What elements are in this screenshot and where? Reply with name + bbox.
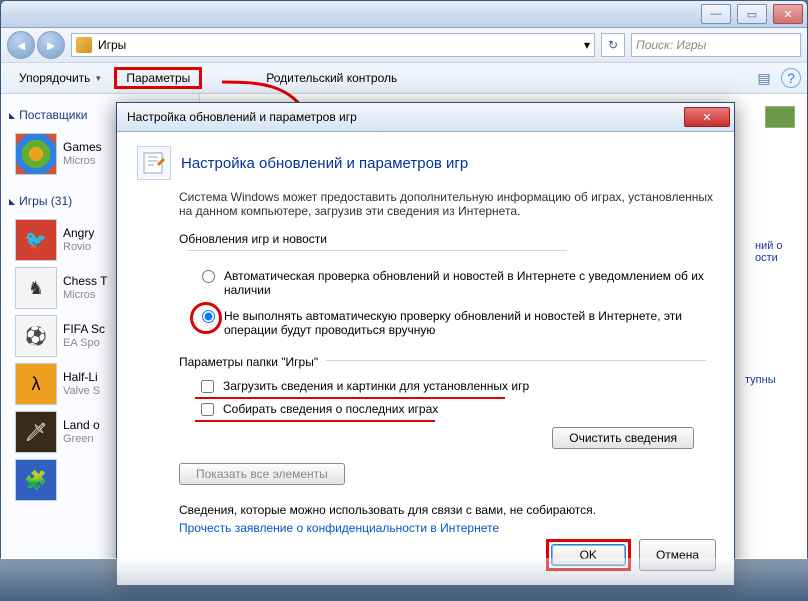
checkbox-collect-recent-input[interactable] (201, 403, 214, 416)
toolbar-organize[interactable]: Упорядочить ▼ (7, 67, 114, 89)
show-all-button: Показать все элементы (179, 463, 345, 485)
address-bar[interactable]: Игры ▾ (71, 33, 595, 57)
checkbox-download-info-input[interactable] (201, 380, 214, 393)
toolbar: Упорядочить ▼ Параметры ис ▼ Родительски… (1, 63, 807, 94)
rating-card-icon (765, 106, 795, 128)
dialog-close-button[interactable]: ✕ (684, 107, 730, 127)
fifa-icon: ⚽ (15, 315, 57, 357)
list-item-sub: Valve S (63, 385, 100, 398)
toolbar-parental[interactable]: Родительский контроль (254, 67, 409, 89)
dialog-description: Система Windows может предоставить допол… (179, 190, 714, 218)
list-item-sub: Green (63, 433, 100, 446)
windows-logo-icon (15, 133, 57, 175)
address-text: Игры (98, 38, 126, 52)
list-item-title: Half-Li (63, 370, 100, 384)
nav-back-button[interactable]: ◄ (7, 31, 35, 59)
toolbar-organize-label: Упорядочить (19, 71, 90, 85)
list-item-title: FIFA Sc (63, 322, 105, 336)
chess-icon: ♞ (15, 267, 57, 309)
chevron-down-icon: ▼ (94, 74, 102, 83)
toolbar-params-label: Параметры (126, 71, 190, 85)
content-text-fragment: ний о ости (755, 240, 795, 264)
refresh-button[interactable]: ↻ (601, 33, 625, 57)
help-icon[interactable]: ? (781, 68, 801, 88)
checkbox-collect-recent[interactable]: Собирать сведения о последних играх (197, 402, 714, 419)
angry-birds-icon: 🐦 (15, 219, 57, 261)
toolbar-parental-label: Родительский контроль (266, 71, 397, 85)
dialog-titlebar: Настройка обновлений и параметров игр ✕ (117, 103, 734, 132)
privacy-info-text: Сведения, которые можно использовать для… (179, 503, 714, 517)
minimize-button[interactable]: — (701, 4, 731, 24)
game-icon: 🗡 (15, 411, 57, 453)
navbar: ◄ ► Игры ▾ ↻ Поиск: Игры (1, 28, 807, 63)
checkbox-download-info[interactable]: Загрузить сведения и картинки для устано… (197, 379, 714, 396)
game-settings-dialog: Настройка обновлений и параметров игр ✕ … (116, 102, 735, 586)
list-item-title: Land o (63, 418, 100, 432)
list-item-sub: EA Spo (63, 337, 105, 350)
close-button[interactable]: ✕ (773, 4, 803, 24)
annotation-underline (195, 397, 505, 399)
halflife-icon: λ (15, 363, 57, 405)
privacy-link[interactable]: Прочесть заявление о конфиденциальности … (179, 521, 714, 535)
radio-manual-check-input[interactable] (202, 310, 215, 323)
maximize-button[interactable]: ▭ (737, 4, 767, 24)
search-input[interactable]: Поиск: Игры (631, 33, 801, 57)
toolbar-params[interactable]: Параметры (114, 67, 202, 89)
puzzle-icon: 🧩 (15, 459, 57, 501)
list-item-sub: Micros (63, 155, 102, 168)
checkbox-collect-recent-label: Собирать сведения о последних играх (223, 402, 438, 416)
view-icon[interactable]: ▤ (753, 67, 775, 89)
titlebar: — ▭ ✕ (1, 1, 807, 28)
radio-auto-check-label: Автоматическая проверка обновлений и нов… (224, 269, 714, 297)
checkbox-download-info-label: Загрузить сведения и картинки для устано… (223, 379, 529, 393)
radio-auto-check[interactable]: Автоматическая проверка обновлений и нов… (197, 269, 714, 297)
annotation-underline (195, 420, 435, 422)
settings-page-icon (137, 146, 171, 180)
group-folder-label: Параметры папки "Игры" (179, 355, 714, 370)
group-updates-label: Обновления игр и новости (179, 232, 714, 261)
list-item-title: Chess T (63, 274, 107, 288)
radio-auto-check-input[interactable] (202, 270, 215, 283)
dialog-heading: Настройка обновлений и параметров игр (181, 155, 468, 172)
nav-forward-button[interactable]: ► (37, 31, 65, 59)
chevron-down-icon[interactable]: ▾ (584, 38, 590, 52)
dialog-title: Настройка обновлений и параметров игр (127, 110, 684, 124)
content-text-fragment: тупны (745, 374, 795, 386)
folder-icon (76, 37, 92, 53)
list-item-title: Games (63, 140, 102, 154)
list-item-sub: Micros (63, 289, 107, 302)
list-item-sub: Rovio (63, 241, 94, 254)
search-placeholder: Поиск: Игры (636, 38, 706, 52)
list-item-title: Angry (63, 226, 94, 240)
clear-info-button[interactable]: Очистить сведения (552, 427, 694, 449)
radio-manual-check[interactable]: Не выполнять автоматическую проверку обн… (197, 309, 714, 337)
radio-manual-check-label: Не выполнять автоматическую проверку обн… (224, 309, 714, 337)
